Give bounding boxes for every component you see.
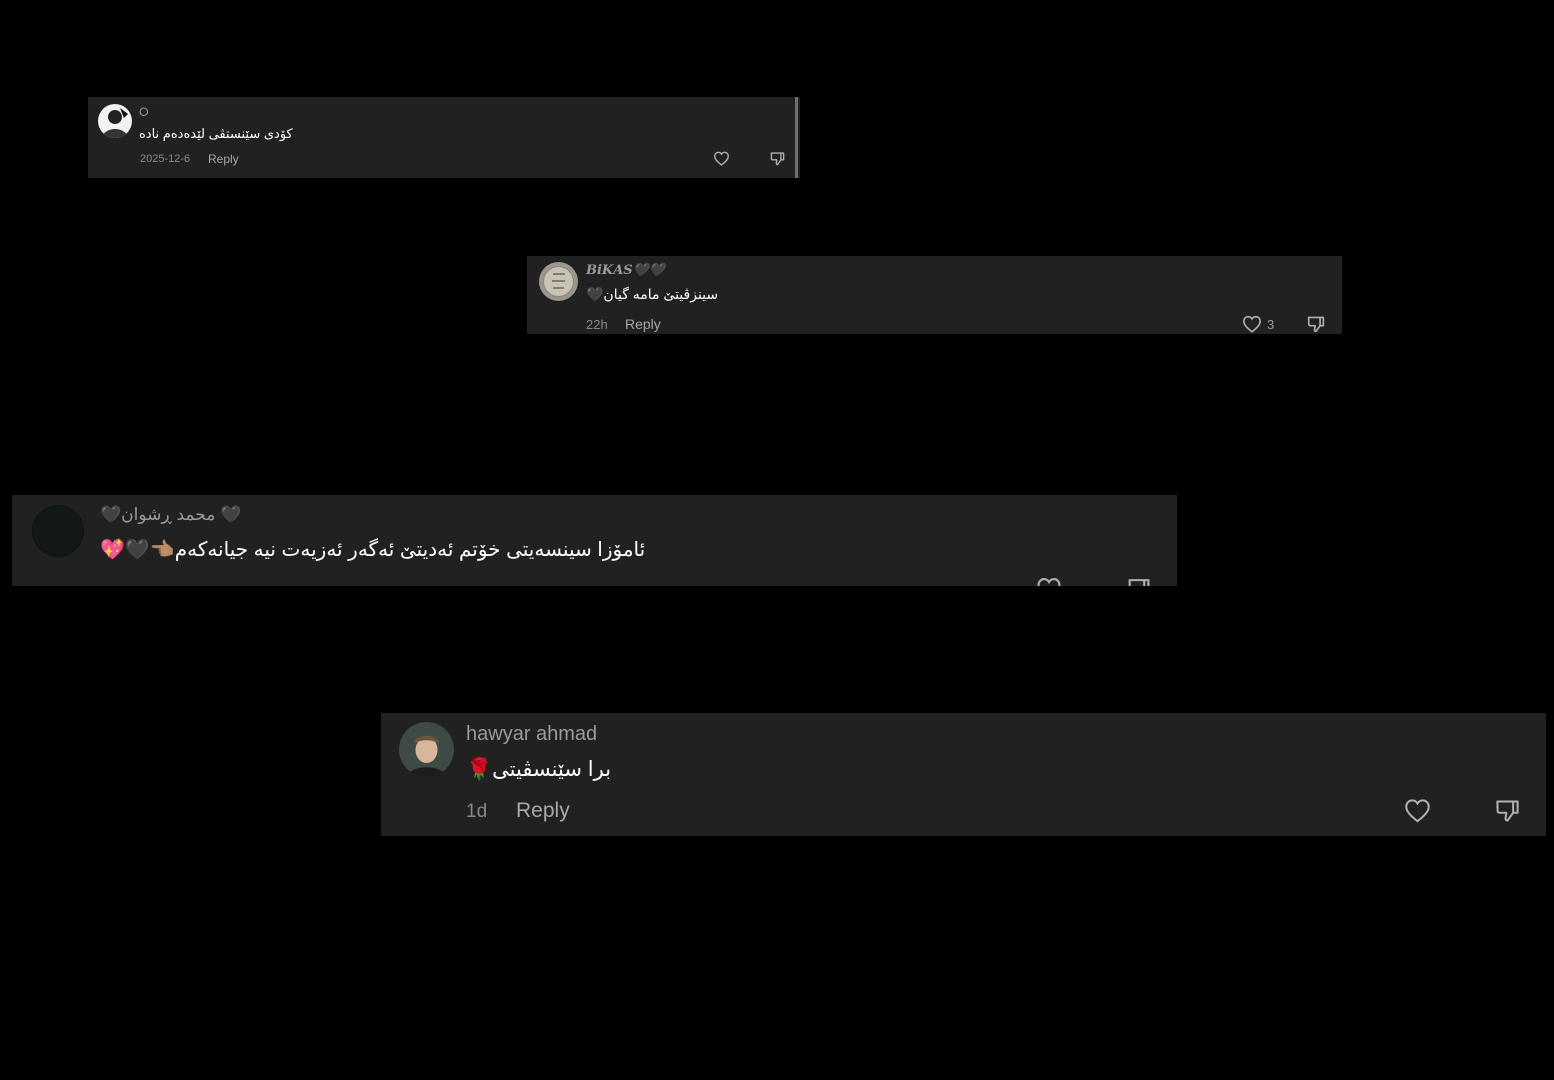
comment-date: 22h bbox=[586, 317, 608, 332]
like-button[interactable] bbox=[1036, 577, 1062, 586]
like-button[interactable] bbox=[713, 151, 730, 166]
user-avatar-icon[interactable] bbox=[32, 505, 84, 557]
dislike-button[interactable] bbox=[1306, 315, 1326, 333]
thumbs-down-icon bbox=[1128, 579, 1150, 586]
dislike-button[interactable] bbox=[1494, 798, 1521, 823]
user-avatar-icon[interactable] bbox=[98, 104, 132, 138]
comment-card: hawyar ahmad برا سێنسڤیتی🌹 1d Reply bbox=[381, 713, 1546, 836]
comment-card: ⭘ کۆدی سێنستڤی لێدەدەم نادە 2025-12-6 Re… bbox=[88, 97, 800, 178]
comment-text: کۆدی سێنستڤی لێدەدەم نادە bbox=[139, 126, 293, 141]
user-avatar-icon[interactable] bbox=[399, 722, 454, 777]
heart-icon bbox=[1242, 315, 1262, 333]
reply-button[interactable]: Reply bbox=[625, 316, 661, 332]
comment-username[interactable]: hawyar ahmad bbox=[466, 723, 597, 746]
like-button[interactable] bbox=[1404, 798, 1431, 823]
heart-icon bbox=[1037, 578, 1061, 586]
like-button[interactable]: 3 bbox=[1242, 315, 1274, 333]
like-count: 3 bbox=[1267, 316, 1275, 332]
comment-date: 1d bbox=[466, 801, 488, 822]
comment-card: 𝑩𝒊𝑲𝑨𝑺🖤🖤 سینزڤیتێ مامە گیان🖤 22h Reply 3 bbox=[527, 256, 1342, 334]
heart-icon bbox=[713, 151, 730, 166]
comment-text: ئامۆزا سینسەیتی خۆتم ئەدیتێ ئەگەر ئەزیەت… bbox=[100, 539, 646, 561]
comment-username[interactable]: ⭘ bbox=[139, 105, 149, 120]
comment-card: 🖤 محمد ڕشوان🖤 ئامۆزا سینسەیتی خۆتم ئەدیت… bbox=[12, 495, 1177, 586]
comment-date: 2025-12-6 bbox=[140, 153, 191, 165]
thumbs-down-icon bbox=[770, 152, 785, 166]
comment-text: سینزڤیتێ مامە گیان🖤 bbox=[586, 286, 719, 302]
heart-icon bbox=[1405, 799, 1430, 823]
comment-text: برا سێنسڤیتی🌹 bbox=[466, 758, 612, 781]
reply-button[interactable]: Reply bbox=[208, 152, 239, 166]
comment-username[interactable]: 🖤 محمد ڕشوان🖤 bbox=[100, 505, 241, 525]
scrollbar[interactable] bbox=[795, 97, 798, 178]
thumbs-down-icon bbox=[1307, 316, 1325, 333]
dislike-button[interactable] bbox=[1126, 577, 1152, 586]
dislike-button[interactable] bbox=[769, 151, 786, 166]
comment-username[interactable]: 𝑩𝒊𝑲𝑨𝑺🖤🖤 bbox=[586, 263, 665, 278]
reply-button[interactable]: Reply bbox=[516, 799, 570, 823]
thumbs-down-icon bbox=[1496, 800, 1519, 822]
user-avatar-icon[interactable] bbox=[539, 262, 578, 301]
